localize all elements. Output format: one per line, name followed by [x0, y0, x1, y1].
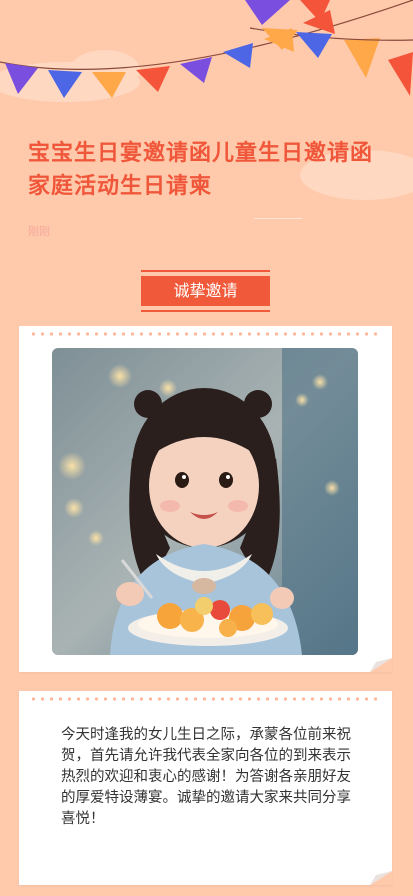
dotted-border: [29, 332, 382, 336]
bunting-decoration: [0, 0, 413, 98]
flag-blue: [296, 32, 332, 58]
flag-red: [388, 52, 413, 96]
badge-bottom-line: [141, 310, 270, 312]
divider: [254, 218, 302, 219]
flag-orange: [92, 72, 126, 98]
message-card: 今天时逢我的女儿生日之际，承蒙各位前来祝贺，首先请允许我代表全家向各位的到来表示…: [19, 691, 392, 885]
page-curl: [370, 658, 392, 672]
article-title: 宝宝生日宴邀请函儿童生日邀请函家庭活动生日请柬: [28, 141, 374, 199]
child-eating-fruit-image: [52, 348, 358, 655]
flag-purple: [5, 63, 38, 94]
flag-purple: [245, 0, 290, 25]
flag-blue: [223, 43, 253, 68]
flag-orange: [344, 38, 380, 78]
badge-top-line: [141, 270, 270, 272]
dotted-border: [29, 697, 382, 701]
photo-card: [19, 326, 392, 672]
invitation-badge: 诚挚邀请: [141, 270, 270, 312]
badge-label: 诚挚邀请: [141, 276, 270, 306]
article-author[interactable]: 刚刚: [28, 223, 50, 239]
flag-blue: [48, 70, 82, 98]
child-photo[interactable]: [52, 348, 358, 655]
invitation-message: 今天时逢我的女儿生日之际，承蒙各位前来祝贺，首先请允许我代表全家向各位的到来表示…: [61, 727, 351, 827]
flag-red: [136, 66, 170, 92]
page-curl: [370, 871, 392, 885]
